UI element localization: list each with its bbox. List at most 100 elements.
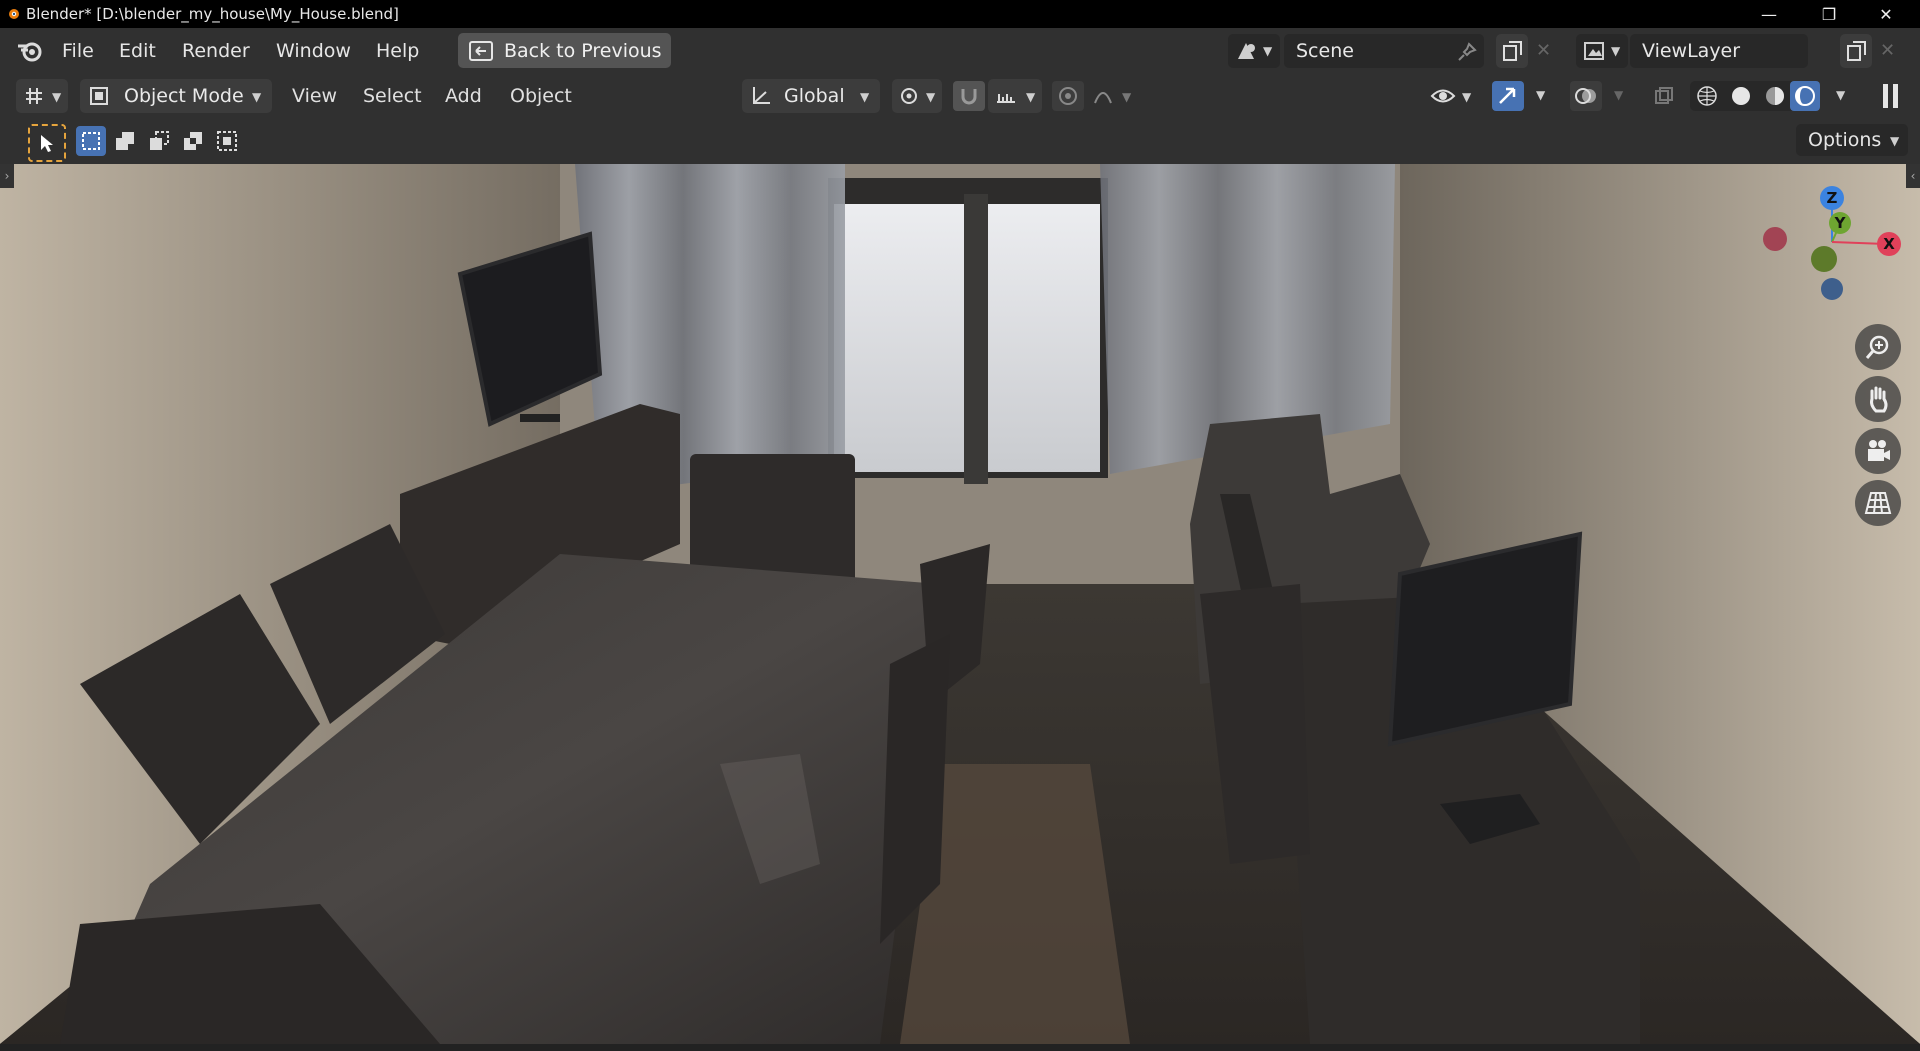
back-arrow-icon [469, 41, 493, 61]
close-icon[interactable]: ✕ [1536, 40, 1551, 61]
gizmo-neg-x-axis[interactable] [1763, 227, 1787, 251]
overlays-icon [1575, 88, 1596, 104]
gizmo-neg-z-axis[interactable] [1821, 278, 1843, 300]
falloff-curve-icon [1094, 92, 1112, 104]
menu-view[interactable]: View [292, 85, 337, 107]
zoom-icon [1865, 335, 1889, 359]
viewlayer-name-field[interactable]: ViewLayer [1630, 34, 1808, 68]
rendered-shading-button[interactable] [1790, 81, 1820, 111]
close-icon[interactable]: ✕ [1880, 40, 1895, 61]
menu-add[interactable]: Add [445, 85, 482, 107]
pivot-point-dropdown[interactable]: ▼ [892, 79, 942, 113]
close-icon[interactable]: ✕ [1863, 0, 1909, 28]
menu-help[interactable]: Help [376, 40, 419, 62]
blender-menu-icon[interactable] [16, 40, 44, 62]
orientation-label: Global [784, 85, 845, 107]
new-scene-button[interactable] [1496, 34, 1528, 68]
title-bar: Blender* [D:\blender_my_house\My_House.b… [0, 0, 1920, 28]
visibility-dropdown[interactable]: ▼ [1426, 79, 1480, 113]
scene-icon [1238, 43, 1255, 59]
camera-view-button[interactable] [1855, 428, 1901, 474]
proportional-falloff-dropdown[interactable]: ▼ [1086, 79, 1138, 113]
editor-type-button[interactable]: ▼ [16, 79, 68, 113]
solid-shading-icon[interactable] [1730, 85, 1752, 107]
chevron-down-icon[interactable]: ▼ [1536, 88, 1545, 102]
pin-icon[interactable] [1457, 42, 1477, 62]
menu-select[interactable]: Select [363, 85, 422, 107]
select-extend-icon [116, 132, 134, 150]
snap-target-dropdown[interactable]: ▼ [988, 79, 1042, 113]
back-button-label: Back to Previous [504, 40, 662, 62]
tool-settings-bar: Options ▼ [0, 118, 1920, 164]
object-mode-dropdown[interactable]: Object Mode ▼ [80, 79, 272, 113]
zoom-button[interactable] [1855, 324, 1901, 370]
scene-browse-button[interactable]: ▼ [1228, 34, 1280, 68]
chevron-down-icon: ▼ [1122, 90, 1132, 104]
pause-render-icon[interactable] [1878, 84, 1904, 108]
ortho-toggle-button[interactable] [1855, 480, 1901, 526]
eye-icon [1430, 89, 1456, 103]
chevron-down-icon: ▼ [860, 90, 870, 104]
xray-icon [1655, 87, 1673, 104]
new-viewlayer-button[interactable] [1840, 34, 1872, 68]
box-select-icon [82, 132, 100, 150]
wireframe-shading-icon[interactable] [1696, 85, 1718, 107]
viewlayer-browse-button[interactable]: ▼ [1576, 34, 1628, 68]
sidebar-toggle-icon[interactable]: ‹ [1906, 164, 1920, 188]
gizmo-icon [1499, 87, 1516, 104]
show-gizmo-toggle[interactable] [1492, 81, 1524, 111]
chevron-down-icon[interactable]: ▼ [1836, 88, 1845, 102]
top-menu-bar: File Edit Render Window Help Back to Pre… [0, 28, 1920, 74]
camera-view-icon [1868, 440, 1890, 461]
restore-icon[interactable]: ❐ [1806, 0, 1852, 28]
hand-pan-icon [1870, 386, 1888, 413]
options-dropdown[interactable]: Options ▼ [1796, 124, 1908, 156]
select-extend-button[interactable] [110, 126, 140, 156]
select-intersect-icon [217, 131, 237, 151]
menu-render[interactable]: Render [182, 40, 250, 62]
magnet-icon [961, 89, 977, 105]
gizmo-neg-y-axis[interactable] [1811, 246, 1837, 272]
menu-object[interactable]: Object [510, 85, 572, 107]
gizmo-x-axis[interactable]: X [1877, 232, 1901, 256]
select-tool-button[interactable] [28, 124, 66, 162]
select-invert-button[interactable] [178, 126, 208, 156]
duplicate-icon [1503, 41, 1522, 61]
chevron-down-icon: ▼ [52, 90, 62, 104]
pan-button[interactable] [1855, 376, 1901, 422]
gizmo-y-axis[interactable]: Y [1829, 212, 1851, 234]
viewlayer-name: ViewLayer [1642, 40, 1741, 62]
back-to-previous-button[interactable]: Back to Previous [458, 33, 671, 68]
chevron-down-icon[interactable]: ▼ [1614, 88, 1623, 102]
toolbar-toggle-icon[interactable]: › [0, 164, 14, 188]
menu-window[interactable]: Window [276, 40, 351, 62]
proportional-edit-icon [1059, 87, 1077, 105]
gizmo-z-axis[interactable]: Z [1820, 186, 1844, 210]
3d-viewport[interactable]: › ‹ Z Y X [0, 164, 1920, 1044]
cursor-arrow-icon [41, 135, 53, 152]
mode-label: Object Mode [124, 85, 244, 107]
blender-logo-icon [9, 9, 19, 19]
chevron-down-icon: ▼ [1263, 44, 1273, 58]
snap-toggle[interactable] [953, 81, 985, 111]
shading-mode-group [1690, 81, 1820, 111]
xray-toggle[interactable] [1648, 81, 1680, 111]
navigation-gizmo[interactable]: Z Y X [1755, 184, 1905, 300]
window-title: Blender* [D:\blender_my_house\My_House.b… [26, 5, 399, 23]
3d-viewport-icon [26, 88, 42, 104]
menu-file[interactable]: File [62, 40, 94, 62]
chevron-down-icon: ▼ [1611, 44, 1621, 58]
scene-name: Scene [1296, 40, 1354, 62]
menu-edit[interactable]: Edit [119, 40, 156, 62]
minimize-icon[interactable]: — [1746, 0, 1792, 28]
snap-increment-icon [997, 94, 1015, 103]
transform-orientation-dropdown[interactable]: Global ▼ [742, 79, 880, 113]
material-preview-icon[interactable] [1764, 85, 1786, 107]
show-overlays-toggle[interactable] [1570, 81, 1602, 111]
select-intersect-button[interactable] [212, 126, 242, 156]
select-new-button[interactable] [76, 126, 106, 156]
chevron-down-icon: ▼ [1026, 90, 1036, 104]
proportional-editing-toggle[interactable] [1052, 81, 1084, 111]
scene-name-field[interactable]: Scene [1284, 34, 1484, 68]
select-subtract-button[interactable] [144, 126, 174, 156]
